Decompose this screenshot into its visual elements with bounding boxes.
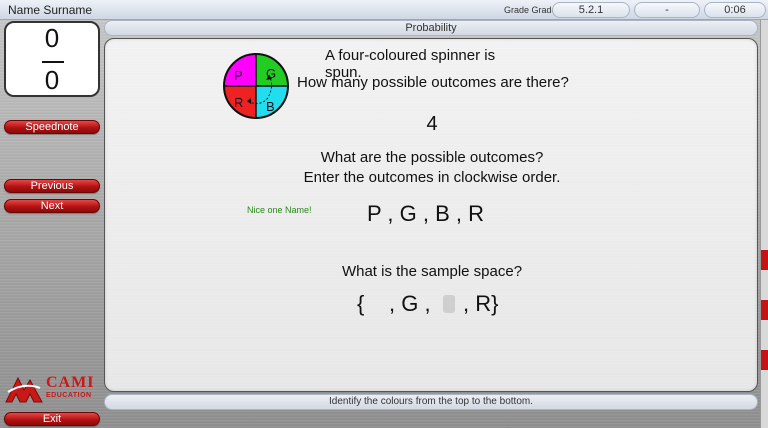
- score-correct: 0: [44, 23, 60, 53]
- sample-input-1[interactable]: [375, 295, 387, 313]
- speednote-button[interactable]: Speednote: [4, 120, 100, 134]
- sample-open-brace: {: [357, 291, 365, 316]
- sample-item-r: , R}: [463, 291, 499, 316]
- edge-marker: [761, 300, 768, 320]
- question-panel: P G R B A four-coloured spinner is spun.…: [104, 38, 758, 392]
- spinner-label-g: G: [266, 66, 276, 81]
- question-line-3: What are the possible outcomes?: [320, 149, 544, 166]
- logo-text: CAMI: [46, 374, 95, 391]
- question-line-4: Enter the outcomes in clockwise order.: [303, 169, 561, 186]
- spinner-label-b: B: [266, 99, 275, 114]
- page-title: Probability: [104, 20, 758, 36]
- sample-item-g: , G ,: [389, 291, 431, 316]
- exit-button[interactable]: Exit: [4, 412, 100, 426]
- score-box: 0 0: [4, 21, 100, 97]
- edge-marker: [761, 350, 768, 370]
- outcomes-answer: P , G , B , R: [367, 201, 484, 226]
- previous-button[interactable]: Previous: [4, 179, 100, 193]
- feedback-message: Nice one Name!: [247, 205, 312, 215]
- cami-logo: CAMI EDUCATION: [4, 374, 100, 406]
- next-button[interactable]: Next: [4, 199, 100, 213]
- hint-bar: Identify the colours from the top to the…: [104, 394, 758, 410]
- answer-count: 4: [426, 113, 438, 135]
- sample-input-3[interactable]: [443, 295, 455, 313]
- score-total: 0: [44, 65, 60, 95]
- timer: 0:06: [704, 2, 766, 18]
- status-field: -: [634, 2, 700, 18]
- edge-marker: [761, 250, 768, 270]
- grade-label: Grade Grade: [504, 5, 557, 15]
- top-bar: Name Surname Grade Grade 5.2.1 - 0:06: [0, 0, 768, 20]
- exercise-code: 5.2.1: [552, 2, 630, 18]
- spinner-label-r: R: [234, 95, 243, 110]
- fraction-line: [42, 61, 64, 63]
- question-line-5: What is the sample space?: [341, 263, 523, 280]
- logo-subtext: EDUCATION: [46, 392, 92, 399]
- spinner-label-p: P: [234, 68, 243, 83]
- user-name: Name Surname: [8, 3, 93, 17]
- question-line-2: How many possible outcomes are there?: [297, 74, 569, 91]
- logo-icon: [5, 376, 43, 403]
- sample-space-answer: { , G , , R}: [357, 291, 557, 319]
- spinner-image: P G R B: [223, 53, 289, 119]
